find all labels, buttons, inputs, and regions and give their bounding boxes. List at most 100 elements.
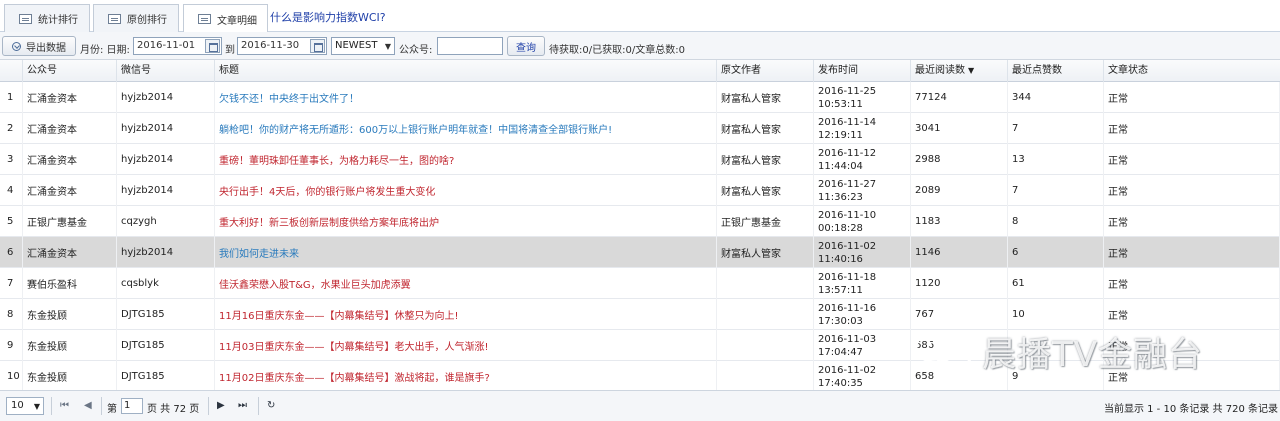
article-title-link[interactable]: 佳沃鑫荣懋入股T&G，水果业巨头加虎添翼 [215, 268, 717, 299]
page-size-value: 10 [11, 400, 24, 411]
read-count-cell: 1120 [911, 268, 1008, 299]
wechat-id-cell: hyjzb2014 [117, 237, 215, 268]
column-header[interactable]: 最近点赞数 [1008, 60, 1104, 82]
table-row[interactable]: 3 汇涌金资本 hyjzb2014 重磅！董明珠卸任董事长，为格力耗尽一生，图的啥? 财… [0, 144, 1280, 175]
export-label: 导出数据 [26, 42, 66, 54]
article-title-link[interactable]: 重大利好！新三板创新层制度供给方案年底将出炉 [215, 206, 717, 237]
sort-select-value: NEWEST [335, 40, 378, 51]
last-page-icon[interactable]: ⏭ [238, 400, 247, 411]
column-header-sorted[interactable]: 最近阅读数 ▼ [911, 60, 1008, 82]
article-status-cell: 正常 [1104, 299, 1280, 330]
article-status-cell: 正常 [1104, 361, 1280, 390]
tab-label: 原创排行 [127, 15, 167, 26]
article-title-link[interactable]: 央行出手！4天后，你的银行账户将发生重大变化 [215, 175, 717, 206]
read-count-cell: 1183 [911, 206, 1008, 237]
wechat-id-cell: hyjzb2014 [117, 144, 215, 175]
tab-stats-ranking[interactable]: 统计排行 [4, 4, 90, 32]
like-count-cell: 10 [1008, 299, 1104, 330]
article-status-cell: 正常 [1104, 206, 1280, 237]
publish-time-cell: 2016-11-12 11:44:04 [814, 144, 911, 175]
page-count-text: 页 共 72 页 [147, 404, 200, 415]
article-status-cell: 正常 [1104, 82, 1280, 113]
pagination-bar: 10 ▼ ⏮ ◀ 第 1 页 共 72 页 ▶ ⏭ ↻ 当前显示 1 - 10 … [0, 390, 1280, 421]
tab-article-detail[interactable]: 文章明细 [183, 4, 268, 33]
publish-time-cell: 2016-11-02 11:40:16 [814, 237, 911, 268]
account-cell: 汇涌金资本 [23, 175, 117, 206]
read-count-cell: 77124 [911, 82, 1008, 113]
column-header[interactable]: 原文作者 [717, 60, 814, 82]
read-count-cell: 767 [911, 299, 1008, 330]
table-row[interactable]: 5 正银广惠基金 cqzygh 重大利好！新三板创新层制度供给方案年底将出炉 正银广惠基… [0, 206, 1280, 237]
wechat-id-cell: cqzygh [117, 206, 215, 237]
page-size-select[interactable]: 10 ▼ [6, 397, 44, 415]
like-count-cell: 6 [1008, 237, 1104, 268]
wechat-id-cell: DJTG185 [117, 361, 215, 390]
article-title-link[interactable]: 我们如何走进未来 [215, 237, 717, 268]
article-status-cell: 正常 [1104, 113, 1280, 144]
account-input[interactable] [437, 37, 503, 55]
query-button[interactable]: 查询 [507, 36, 545, 56]
row-number-header [0, 60, 23, 82]
export-data-button[interactable]: 导出数据 [2, 36, 76, 56]
column-header[interactable]: 公众号 [23, 60, 117, 82]
refresh-icon[interactable]: ↻ [267, 400, 275, 411]
table-row[interactable]: 6 汇涌金资本 hyjzb2014 我们如何走进未来 财富私人管家 2016-11-02 … [0, 237, 1280, 268]
tab-label: 统计排行 [38, 15, 78, 26]
account-cell: 汇涌金资本 [23, 82, 117, 113]
wci-help-link[interactable]: 什么是影响力指数WCI? [270, 9, 386, 25]
list-icon [19, 13, 32, 24]
account-cell: 汇涌金资本 [23, 144, 117, 175]
filter-toolbar: 导出数据 月份: 日期: 2016-11-01 到 2016-11-30 NEW… [0, 32, 1280, 60]
article-title-link[interactable]: 重磅！董明珠卸任董事长，为格力耗尽一生，图的啥? [215, 144, 717, 175]
article-title-link[interactable]: 11月03日重庆东金——【内幕集结号】老大出手，人气渐涨! [215, 330, 717, 361]
next-page-icon[interactable]: ▶ [217, 400, 225, 411]
tab-label: 文章明细 [217, 15, 257, 27]
page-number-value: 1 [124, 400, 131, 411]
article-status-cell: 正常 [1104, 144, 1280, 175]
article-title-link[interactable]: 11月02日重庆东金——【内幕集结号】激战将起，谁是旗手? [215, 361, 717, 390]
date-to-input[interactable]: 2016-11-30 [237, 37, 327, 55]
table-row[interactable]: 9 东金投顾 DJTG185 11月03日重庆东金——【内幕集结号】老大出手，人气渐涨… [0, 330, 1280, 361]
prev-page-icon[interactable]: ◀ [84, 400, 92, 411]
date-from-input[interactable]: 2016-11-01 [133, 37, 222, 55]
table-row[interactable]: 8 东金投顾 DJTG185 11月16日重庆东金——【内幕集结号】休整只为向上! 20… [0, 299, 1280, 330]
table-header: 公众号 微信号 标题 原文作者 发布时间 最近阅读数 ▼ 最近点赞数 文章状态 [0, 60, 1280, 82]
column-header[interactable]: 标题 [215, 60, 717, 82]
calendar-icon[interactable] [310, 39, 325, 53]
column-header[interactable]: 文章状态 [1104, 60, 1280, 82]
to-label: 到 [225, 45, 235, 56]
publish-time-cell: 2016-11-16 17:30:03 [814, 299, 911, 330]
article-title-link[interactable]: 欠钱不还！中央终于出文件了！ [215, 82, 717, 113]
tab-original-ranking[interactable]: 原创排行 [93, 4, 179, 32]
divider [101, 397, 102, 415]
article-title-link[interactable]: 躺枪吧！你的财产将无所遁形：600万以上银行账户明年就查！中国将清查全部银行账户… [215, 113, 717, 144]
record-summary: 当前显示 1 - 10 条记录 共 720 条记录 [1103, 404, 1278, 415]
wechat-id-cell: cqsblyk [117, 268, 215, 299]
calendar-icon[interactable] [205, 39, 220, 53]
account-cell: 东金投顾 [23, 299, 117, 330]
publish-time-cell: 2016-11-27 11:36:23 [814, 175, 911, 206]
first-page-icon[interactable]: ⏮ [60, 400, 69, 411]
table-row[interactable]: 10 东金投顾 DJTG185 11月02日重庆东金——【内幕集结号】激战将起，谁是旗… [0, 361, 1280, 390]
wechat-id-cell: DJTG185 [117, 299, 215, 330]
table-row[interactable]: 2 汇涌金资本 hyjzb2014 躺枪吧！你的财产将无所遁形：600万以上银行账户明… [0, 113, 1280, 144]
article-status-cell: 正常 [1104, 175, 1280, 206]
column-header[interactable]: 微信号 [117, 60, 215, 82]
column-header[interactable]: 发布时间 [814, 60, 911, 82]
read-count-cell: 1146 [911, 237, 1008, 268]
page-number-input[interactable]: 1 [121, 398, 143, 414]
chevron-down-icon: ▼ [33, 402, 40, 411]
row-number: 8 [0, 299, 23, 330]
article-status-cell: 正常 [1104, 330, 1280, 361]
like-count-cell: 8 [1008, 206, 1104, 237]
sort-select[interactable]: NEWEST ▼ [331, 37, 395, 55]
list-icon [108, 13, 121, 24]
table-body: 1 汇涌金资本 hyjzb2014 欠钱不还！中央终于出文件了！ 财富私人管家 2016-… [0, 82, 1280, 390]
author-cell: 财富私人管家 [717, 82, 814, 113]
wechat-id-cell: DJTG185 [117, 330, 215, 361]
table-row[interactable]: 4 汇涌金资本 hyjzb2014 央行出手！4天后，你的银行账户将发生重大变化 财富私… [0, 175, 1280, 206]
divider [51, 397, 52, 415]
table-row[interactable]: 7 赛伯乐盈科 cqsblyk 佳沃鑫荣懋入股T&G，水果业巨头加虎添翼 2016-11… [0, 268, 1280, 299]
table-row[interactable]: 1 汇涌金资本 hyjzb2014 欠钱不还！中央终于出文件了！ 财富私人管家 2016-… [0, 82, 1280, 113]
article-title-link[interactable]: 11月16日重庆东金——【内幕集结号】休整只为向上! [215, 299, 717, 330]
